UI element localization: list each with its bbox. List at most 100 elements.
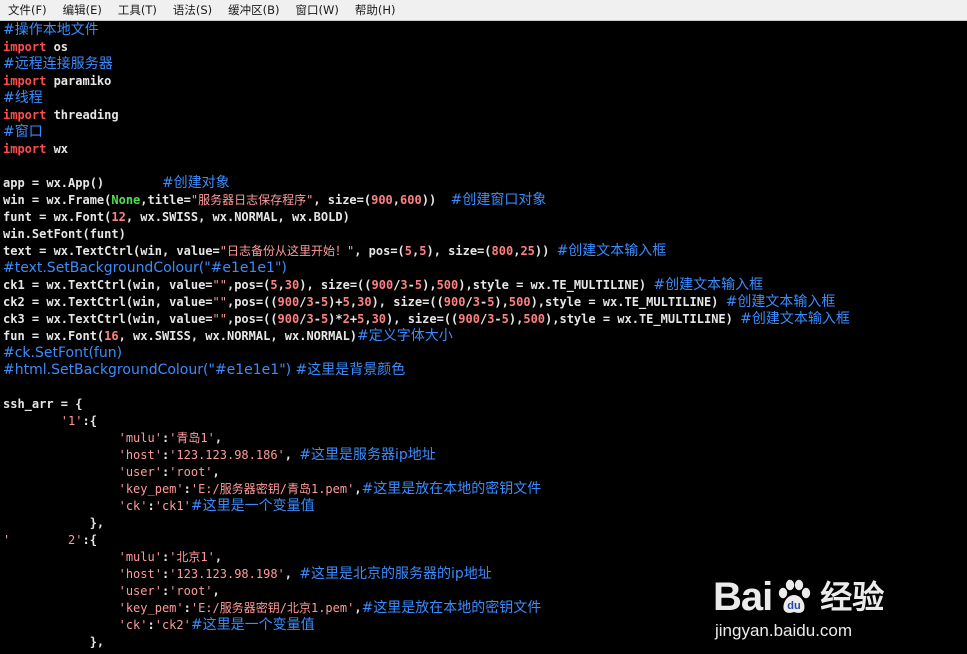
code-constant: None bbox=[111, 193, 141, 207]
code-string: "" bbox=[212, 295, 227, 309]
code-text: win = wx.Frame( bbox=[3, 193, 112, 207]
menu-buffers[interactable]: 缓冲区(B) bbox=[224, 2, 283, 18]
code-text: )) bbox=[421, 193, 451, 207]
code-number: 3 bbox=[472, 295, 480, 309]
code-string: ' 2' bbox=[3, 533, 83, 547]
code-comment: #远程连接服务器 bbox=[3, 56, 113, 72]
code-string: "" bbox=[212, 278, 227, 292]
code-text: , bbox=[364, 312, 372, 326]
code-string: "" bbox=[212, 312, 227, 326]
code-number: 5 bbox=[270, 278, 278, 292]
code-line: text = wx.TextCtrl(win, value="日志备份从这里开始… bbox=[0, 243, 967, 260]
code-comment: #这里是北京的服务器的ip地址 bbox=[299, 566, 492, 582]
code-text: , bbox=[354, 482, 362, 496]
code-number: 900 bbox=[277, 295, 300, 309]
code-text: }, bbox=[3, 516, 105, 530]
menu-edit[interactable]: 编辑(E) bbox=[59, 2, 106, 18]
code-comment: #创建文本输入框 bbox=[740, 311, 850, 327]
code-text: , bbox=[284, 567, 300, 581]
code-text: ), bbox=[508, 312, 524, 326]
code-line: ck1 = wx.TextCtrl(win, value="",pos=(5,3… bbox=[0, 277, 967, 294]
code-text: :{ bbox=[82, 533, 97, 547]
code-line: }, bbox=[0, 515, 967, 532]
code-line: ck2 = wx.TextCtrl(win, value="",pos=((90… bbox=[0, 294, 967, 311]
code-text: : bbox=[183, 601, 191, 615]
code-string: 'root' bbox=[169, 584, 213, 598]
code-comment: #html.SetBackgroundColour("#e1e1e1") #这里… bbox=[3, 362, 406, 378]
code-comment: #创建窗口对象 bbox=[450, 192, 547, 208]
code-text: }, bbox=[3, 635, 105, 649]
code-line: #text.SetBackgroundColour("#e1e1e1") bbox=[0, 260, 967, 277]
code-number: 500 bbox=[436, 278, 459, 292]
code-line: #线程 bbox=[0, 90, 967, 107]
code-line: 'key_pem':'E:/服务器密钥/青岛1.pem',#这里是放在本地的密钥… bbox=[0, 481, 967, 498]
code-comment: #窗口 bbox=[3, 124, 43, 140]
code-comment: #线程 bbox=[3, 90, 43, 106]
code-string: "服务器日志保存程序" bbox=[190, 193, 314, 207]
code-line: ' 2':{ bbox=[0, 532, 967, 549]
watermark-logo-left: Bai bbox=[713, 575, 773, 619]
code-text: : bbox=[147, 499, 155, 513]
code-text: - bbox=[313, 295, 321, 309]
code-line: 'user':'root', bbox=[0, 464, 967, 481]
menu-tools[interactable]: 工具(T) bbox=[114, 2, 161, 18]
code-line: #远程连接服务器 bbox=[0, 56, 967, 73]
code-line: #窗口 bbox=[0, 124, 967, 141]
code-number: 30 bbox=[357, 295, 372, 309]
code-string: '北京1' bbox=[169, 550, 215, 564]
code-text: paramiko bbox=[46, 74, 112, 88]
code-number: 800 bbox=[491, 244, 514, 258]
code-text: , bbox=[284, 448, 300, 462]
code-comment: #这里是放在本地的密钥文件 bbox=[361, 600, 542, 616]
code-text: )) bbox=[534, 244, 557, 258]
code-text: wx bbox=[46, 142, 69, 156]
code-string: 'key_pem' bbox=[118, 601, 184, 615]
code-number: 12 bbox=[111, 210, 126, 224]
code-line: 'host':'123.123.98.186', #这里是服务器ip地址 bbox=[0, 447, 967, 464]
code-line: 'mulu':'青岛1', bbox=[0, 430, 967, 447]
code-editor[interactable]: #操作本地文件 import os #远程连接服务器 import paramiko #… bbox=[0, 22, 967, 654]
code-text: ), bbox=[422, 278, 437, 292]
code-text: fun = wx.Font( bbox=[3, 329, 105, 343]
code-comment: #创建文本输入框 bbox=[725, 294, 836, 310]
code-text: app = wx.App() bbox=[3, 176, 162, 190]
menu-window[interactable]: 窗口(W) bbox=[292, 2, 343, 18]
code-string: 'ck' bbox=[118, 618, 148, 632]
code-text: , bbox=[354, 601, 362, 615]
code-text: , bbox=[212, 584, 220, 598]
code-string: "日志备份从这里开始！" bbox=[219, 244, 355, 258]
code-line: #html.SetBackgroundColour("#e1e1e1") #这里… bbox=[0, 362, 967, 379]
code-text: - bbox=[313, 312, 321, 326]
code-number: 900 bbox=[443, 295, 466, 309]
svg-text:du: du bbox=[788, 600, 801, 612]
code-text: - bbox=[494, 312, 502, 326]
code-string: 'mulu' bbox=[118, 431, 162, 445]
code-line: fun = wx.Font(16, wx.SWISS, wx.NORMAL, w… bbox=[0, 328, 967, 345]
menu-help[interactable]: 帮助(H) bbox=[351, 2, 400, 18]
code-line: 'mulu':'北京1', bbox=[0, 549, 967, 566]
code-text: , pos=( bbox=[354, 244, 405, 258]
code-line: win = wx.Frame(None,title="服务器日志保存程序", s… bbox=[0, 192, 967, 209]
code-line: #操作本地文件 bbox=[0, 22, 967, 39]
code-text: , bbox=[349, 295, 358, 309]
menu-file[interactable]: 文件(F) bbox=[4, 2, 51, 18]
code-text: )+ bbox=[328, 295, 343, 309]
code-text: / bbox=[465, 295, 473, 309]
code-text: os bbox=[46, 40, 69, 54]
code-number: 30 bbox=[371, 312, 387, 326]
code-string: '青岛1' bbox=[169, 431, 215, 445]
code-text: ,title= bbox=[140, 193, 191, 207]
code-text: ck1 = wx.TextCtrl(win, value= bbox=[3, 278, 213, 292]
code-text: ssh_arr = { bbox=[3, 397, 83, 411]
code-line: import threading bbox=[0, 107, 967, 124]
menu-syntax[interactable]: 语法(S) bbox=[169, 2, 216, 18]
code-text: , wx.SWISS, wx.NORMAL, wx.BOLD) bbox=[125, 210, 350, 224]
code-number: 5 bbox=[404, 244, 413, 258]
code-text: : bbox=[183, 482, 191, 496]
